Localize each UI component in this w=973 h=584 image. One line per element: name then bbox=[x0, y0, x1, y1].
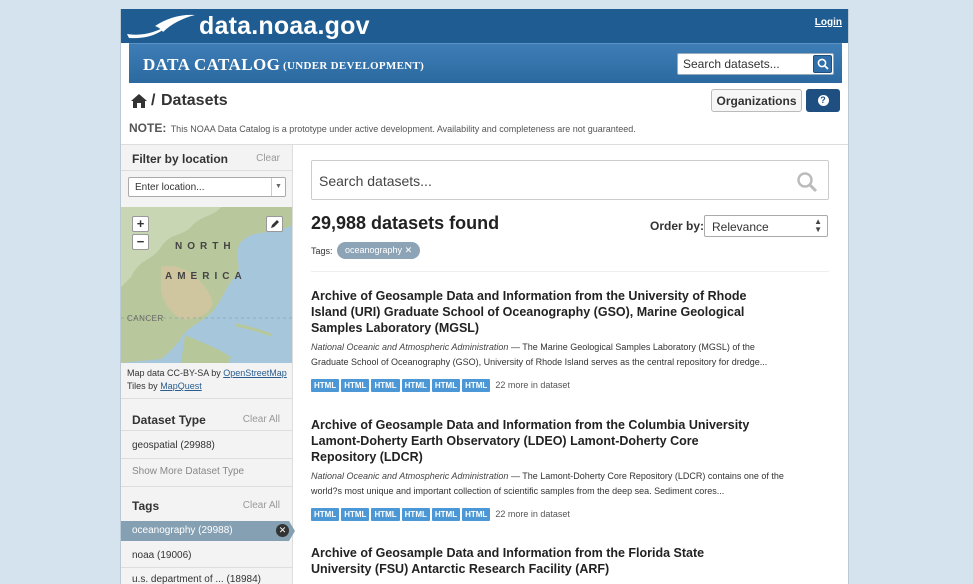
close-icon[interactable]: ✕ bbox=[405, 245, 413, 255]
location-filter-header: Filter by location Clear bbox=[121, 145, 292, 171]
order-by-select[interactable]: Relevance ▲ ▼ bbox=[704, 215, 828, 237]
format-badge[interactable]: HTML bbox=[341, 507, 370, 521]
dataset-description: National Oceanic and Atmospheric Adminis… bbox=[311, 340, 791, 370]
location-clear-link[interactable]: Clear bbox=[256, 153, 280, 164]
chevron-down-icon: ▼ bbox=[271, 178, 285, 196]
main-search-input[interactable] bbox=[319, 171, 779, 191]
tags-title: Tags bbox=[132, 499, 160, 513]
header-search-input[interactable] bbox=[678, 54, 808, 74]
mapquest-link[interactable]: MapQuest bbox=[160, 381, 202, 391]
format-badge[interactable]: HTML bbox=[462, 378, 491, 392]
help-button[interactable]: ? bbox=[806, 89, 840, 112]
breadcrumb-current: Datasets bbox=[161, 92, 228, 109]
dataset-publisher: National Oceanic and Atmospheric Adminis… bbox=[311, 342, 509, 352]
site-header: data.noaa.gov Login bbox=[121, 9, 848, 43]
noaa-bird-icon bbox=[127, 14, 195, 39]
catalog-bar: DATA CATALOG (UNDER DEVELOPMENT) bbox=[129, 43, 842, 83]
login-link[interactable]: Login bbox=[815, 17, 842, 28]
dataset-description: National Oceanic and Atmospheric Adminis… bbox=[311, 469, 791, 499]
page-frame: data.noaa.gov Login DATA CATALOG (UNDER … bbox=[120, 9, 849, 584]
dataset-publisher: National Oceanic and Atmospheric Adminis… bbox=[311, 471, 509, 481]
tags-clear-link[interactable]: Clear All bbox=[243, 500, 280, 511]
map-label-cancer: CANCER bbox=[127, 314, 164, 323]
pencil-icon bbox=[270, 220, 279, 228]
dataset-title-link[interactable]: Archive of Geosample Data and Informatio… bbox=[311, 545, 766, 577]
active-tag-facet[interactable]: oceanography (29988) ✕ bbox=[121, 521, 289, 541]
search-icon bbox=[817, 58, 829, 70]
catalog-title: DATA CATALOG bbox=[143, 55, 281, 74]
attribution-text: Tiles by bbox=[127, 381, 161, 391]
active-tag-pill[interactable]: oceanography ✕ bbox=[337, 242, 421, 259]
facet-geospatial[interactable]: geospatial (29988) bbox=[132, 440, 215, 451]
map-attribution: Map data CC-BY-SA by OpenStreetMap Tiles… bbox=[127, 367, 287, 393]
facet-tag-noaa[interactable]: noaa (19006) bbox=[132, 550, 192, 561]
dataset-type-header: Dataset Type Clear All bbox=[121, 406, 292, 432]
format-badge[interactable]: HTML bbox=[401, 507, 430, 521]
close-icon[interactable]: ✕ bbox=[276, 524, 289, 537]
chevron-updown-icon: ▲ ▼ bbox=[814, 217, 822, 234]
results-count: 29,988 datasets found bbox=[311, 213, 500, 233]
order-by-value: Relevance bbox=[712, 220, 769, 234]
main-search bbox=[311, 160, 829, 200]
format-badge[interactable]: HTML bbox=[371, 378, 400, 392]
note-label: NOTE: bbox=[129, 121, 167, 135]
openstreetmap-link[interactable]: OpenStreetMap bbox=[223, 368, 287, 378]
active-tag-label: oceanography (29988) bbox=[132, 525, 233, 536]
divider bbox=[121, 486, 292, 487]
location-map[interactable]: + − NORTH AMERICA CANCER bbox=[121, 207, 292, 363]
catalog-subtitle: (UNDER DEVELOPMENT) bbox=[283, 60, 425, 72]
sidebar: Filter by location Clear Enter location.… bbox=[121, 145, 295, 584]
location-select-placeholder: Enter location... bbox=[135, 182, 205, 193]
tags-header: Tags Clear All bbox=[121, 492, 292, 518]
map-label-north: NORTH bbox=[175, 241, 236, 252]
noaa-logo[interactable]: data.noaa.gov bbox=[125, 11, 370, 41]
map-label-america: AMERICA bbox=[165, 271, 247, 282]
more-formats-text: 22 more in dataset bbox=[495, 380, 570, 390]
divider bbox=[121, 398, 292, 399]
format-badge[interactable]: HTML bbox=[431, 507, 461, 521]
divider bbox=[121, 458, 292, 459]
help-icon: ? bbox=[817, 95, 829, 106]
active-tag-arrow bbox=[289, 521, 295, 541]
location-select[interactable]: Enter location... ▼ bbox=[128, 177, 286, 197]
header-search bbox=[677, 53, 834, 75]
dataset-type-clear-link[interactable]: Clear All bbox=[243, 414, 280, 425]
prototype-note: NOTE: This NOAA Data Catalog is a protot… bbox=[129, 121, 636, 135]
active-tags-label: Tags: bbox=[311, 246, 333, 256]
zoom-in-button[interactable]: + bbox=[132, 216, 149, 232]
order-by-label: Order by: bbox=[650, 219, 705, 233]
format-badge[interactable]: HTML bbox=[462, 507, 491, 521]
home-icon[interactable] bbox=[130, 93, 148, 109]
dataset-title-link[interactable]: Archive of Geosample Data and Informatio… bbox=[311, 417, 766, 465]
location-filter-title: Filter by location bbox=[132, 152, 229, 166]
dataset-type-title: Dataset Type bbox=[132, 413, 206, 427]
divider bbox=[311, 271, 829, 272]
breadcrumb: / Datasets Organizations ? NOTE: This NO… bbox=[121, 83, 848, 145]
dataset-title-link[interactable]: Archive of Geosample Data and Informatio… bbox=[311, 288, 766, 336]
divider bbox=[121, 567, 292, 568]
format-badge[interactable]: HTML bbox=[401, 378, 430, 392]
format-list: HTML HTML HTML HTML HTML HTML 22 more in… bbox=[311, 507, 570, 521]
search-icon[interactable] bbox=[796, 171, 818, 193]
site-title: data.noaa.gov bbox=[199, 11, 370, 40]
draw-area-button[interactable] bbox=[266, 216, 283, 232]
header-search-button[interactable] bbox=[813, 55, 832, 73]
note-text: This NOAA Data Catalog is a prototype un… bbox=[170, 124, 636, 134]
format-badge[interactable]: HTML bbox=[311, 378, 340, 392]
active-tag-pill-label: oceanography bbox=[345, 245, 403, 255]
organizations-button[interactable]: Organizations bbox=[711, 89, 802, 112]
divider bbox=[121, 430, 292, 431]
format-badge[interactable]: HTML bbox=[431, 378, 461, 392]
facet-tag-usdoc[interactable]: u.s. department of ... (18984) bbox=[132, 574, 261, 584]
format-badge[interactable]: HTML bbox=[311, 507, 340, 521]
zoom-out-button[interactable]: − bbox=[132, 234, 149, 250]
more-formats-text: 22 more in dataset bbox=[495, 509, 570, 519]
attribution-text: Map data CC-BY-SA by bbox=[127, 368, 224, 378]
show-more-dataset-type-link[interactable]: Show More Dataset Type bbox=[132, 466, 244, 477]
format-badge[interactable]: HTML bbox=[341, 378, 370, 392]
breadcrumb-separator: / bbox=[151, 92, 156, 109]
format-list: HTML HTML HTML HTML HTML HTML 22 more in… bbox=[311, 378, 570, 392]
format-badge[interactable]: HTML bbox=[371, 507, 400, 521]
